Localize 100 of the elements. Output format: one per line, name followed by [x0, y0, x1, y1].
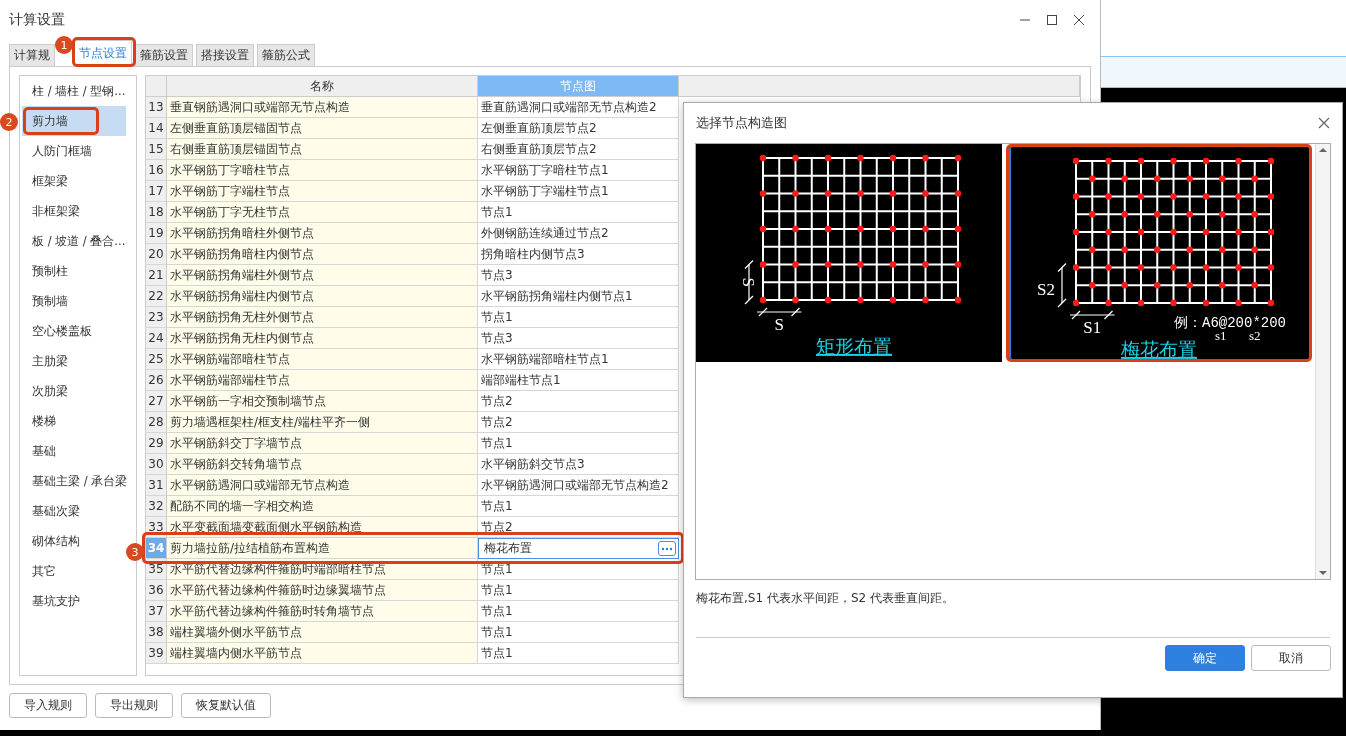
table-cell: 节点3 — [478, 265, 679, 286]
sidebar-item[interactable]: 基坑支护 — [22, 586, 126, 616]
table-cell: 节点1 — [478, 643, 679, 664]
table-cell: 节点3 — [478, 328, 679, 349]
caption-label: 矩形布置 — [816, 335, 892, 357]
sidebar-item[interactable]: 非框架梁 — [22, 196, 126, 226]
sidebar-item[interactable]: 预制墙 — [22, 286, 126, 316]
table-cell: 水平钢筋斜交节点3 — [478, 454, 679, 475]
row-number: 27 — [146, 391, 167, 412]
dimension-mark — [1057, 262, 1067, 308]
dimension-label: S2 — [1037, 279, 1055, 299]
sidebar-item[interactable]: 基础 — [22, 436, 126, 466]
dimension-label: S — [739, 277, 758, 287]
table-cell: 节点1 — [478, 622, 679, 643]
table-cell: 外侧钢筋连续通过节点2 — [478, 223, 679, 244]
row-number: 33 — [146, 517, 167, 538]
tab[interactable]: 箍筋公式 — [257, 44, 315, 66]
sidebar-item[interactable]: 柱 / 墙柱 / 型钢... — [22, 76, 126, 106]
sidebar-item[interactable]: 次肋梁 — [22, 376, 126, 406]
table-cell: 拐角暗柱内侧节点3 — [478, 244, 679, 265]
row-number: 13 — [146, 97, 167, 118]
table-cell: 水平钢筋拐角端柱内侧节点1 — [478, 286, 679, 307]
table-cell: 水平筋代替边缘构件箍筋时转角墙节点 — [167, 601, 478, 622]
close-icon[interactable] — [1073, 14, 1085, 26]
maximize-icon[interactable] — [1046, 14, 1058, 26]
example-label: 例：A6@200*200 — [1174, 315, 1286, 331]
row-number: 16 — [146, 160, 167, 181]
cancel-button[interactable]: 取消 — [1251, 645, 1331, 671]
step-badge: 3 — [126, 543, 144, 561]
row-number: 25 — [146, 349, 167, 370]
close-icon[interactable] — [1318, 117, 1330, 129]
spacing-label: s2 — [1249, 328, 1261, 343]
description-text: 梅花布置,S1 代表水平间距，S2 代表垂直间距。 — [695, 590, 955, 607]
scrollbar[interactable] — [1315, 144, 1330, 579]
row-number: 15 — [146, 139, 167, 160]
sidebar-item[interactable]: 砌体结构 — [22, 526, 126, 556]
tab[interactable]: 搭接设置 — [196, 44, 254, 66]
table-cell: 水平钢筋拐角无柱内侧节点 — [167, 328, 478, 349]
row-number: 26 — [146, 370, 167, 391]
sidebar-item[interactable]: 人防门框墙 — [22, 136, 126, 166]
sidebar-item[interactable]: 楼梯 — [22, 406, 126, 436]
node-field[interactable]: 梅花布置 — [478, 538, 679, 559]
table-cell: 左侧垂直筋顶层节点2 — [478, 118, 679, 139]
dimension-mark — [756, 307, 803, 317]
more-button[interactable] — [658, 541, 676, 556]
spacing-label: s1 — [1215, 328, 1227, 343]
row-number: 29 — [146, 433, 167, 454]
sidebar-item[interactable]: 空心楼盖板 — [22, 316, 126, 346]
rule-button[interactable]: 恢复默认值 — [181, 693, 271, 718]
row-number: 31 — [146, 475, 167, 496]
table-cell: 右侧垂直筋顶层锚固节点 — [167, 139, 478, 160]
row-number: 36 — [146, 580, 167, 601]
table-cell: 水平钢筋丁字暗柱节点1 — [478, 160, 679, 181]
table-cell: 水平钢筋拐角暗柱内侧节点 — [167, 244, 478, 265]
row-number: 17 — [146, 181, 167, 202]
sidebar-item[interactable]: 主肋梁 — [22, 346, 126, 376]
row-number: 34 — [146, 538, 167, 559]
table-cell: 水平钢筋遇洞口或端部无节点构造2 — [478, 475, 679, 496]
dimension-label: S1 — [1083, 318, 1102, 337]
table-cell: 水平钢筋一字相交预制墙节点 — [167, 391, 478, 412]
diagram-option[interactable]: S2 S1 例：A6@200*200 s1 s2 梅花布置 — [1006, 144, 1312, 362]
row-number: 14 — [146, 118, 167, 139]
tab[interactable]: 箍筋设置 — [135, 44, 193, 66]
window-title: 计算设置 — [9, 11, 66, 29]
column-header[interactable]: 名称 — [167, 76, 478, 97]
rule-button[interactable]: 导入规则 — [9, 693, 87, 718]
caption-label: 梅花布置 — [1121, 338, 1197, 359]
table-cell: 水平钢筋丁字无柱节点 — [167, 202, 478, 223]
sidebar-item[interactable]: 其它 — [22, 556, 126, 586]
row-number: 18 — [146, 202, 167, 223]
table-cell: 水平钢筋拐角端柱内侧节点 — [167, 286, 478, 307]
sidebar-item[interactable]: 预制柱 — [22, 256, 126, 286]
rule-button[interactable]: 导出规则 — [95, 693, 173, 718]
table-cell: 节点1 — [478, 601, 679, 622]
table-cell: 水平钢筋拐角端柱外侧节点 — [167, 265, 478, 286]
sidebar-item[interactable]: 基础主梁 / 承台梁 — [22, 466, 126, 496]
sidebar-item[interactable]: 框架梁 — [22, 166, 126, 196]
table-cell: 水平钢筋端部暗柱节点1 — [478, 349, 679, 370]
table-cell: 左侧垂直筋顶层锚固节点 — [167, 118, 478, 139]
table-cell: 水平钢筋丁字暗柱节点 — [167, 160, 478, 181]
diagram-option[interactable]: S S 矩形布置 — [696, 144, 1002, 362]
table-cell: 水平钢筋端部暗柱节点 — [167, 349, 478, 370]
table-cell: 水平钢筋拐角无柱外侧节点 — [167, 307, 478, 328]
table-cell: 垂直筋遇洞口或端部无节点构造2 — [478, 97, 679, 118]
row-number: 24 — [146, 328, 167, 349]
tab[interactable]: 计算规 — [9, 44, 55, 66]
row-number: 21 — [146, 265, 167, 286]
row-number: 38 — [146, 622, 167, 643]
confirm-button[interactable]: 确定 — [1165, 645, 1245, 671]
table-cell: 水平筋代替边缘构件箍筋时边缘翼墙节点 — [167, 580, 478, 601]
table-cell: 水平钢筋丁字端柱节点1 — [478, 181, 679, 202]
table-cell: 节点2 — [478, 412, 679, 433]
row-number: 20 — [146, 244, 167, 265]
dimension-mark — [744, 259, 754, 305]
sidebar-item[interactable]: 基础次梁 — [22, 496, 126, 526]
table-cell: 水平钢筋斜交丁字墙节点 — [167, 433, 478, 454]
sidebar-item[interactable]: 板 / 坡道 / 叠合... — [22, 226, 126, 256]
table-cell: 节点1 — [478, 202, 679, 223]
table-cell: 水平变截面墙变截面侧水平钢筋构造 — [167, 517, 478, 538]
table-cell: 右侧垂直筋顶层节点2 — [478, 139, 679, 160]
